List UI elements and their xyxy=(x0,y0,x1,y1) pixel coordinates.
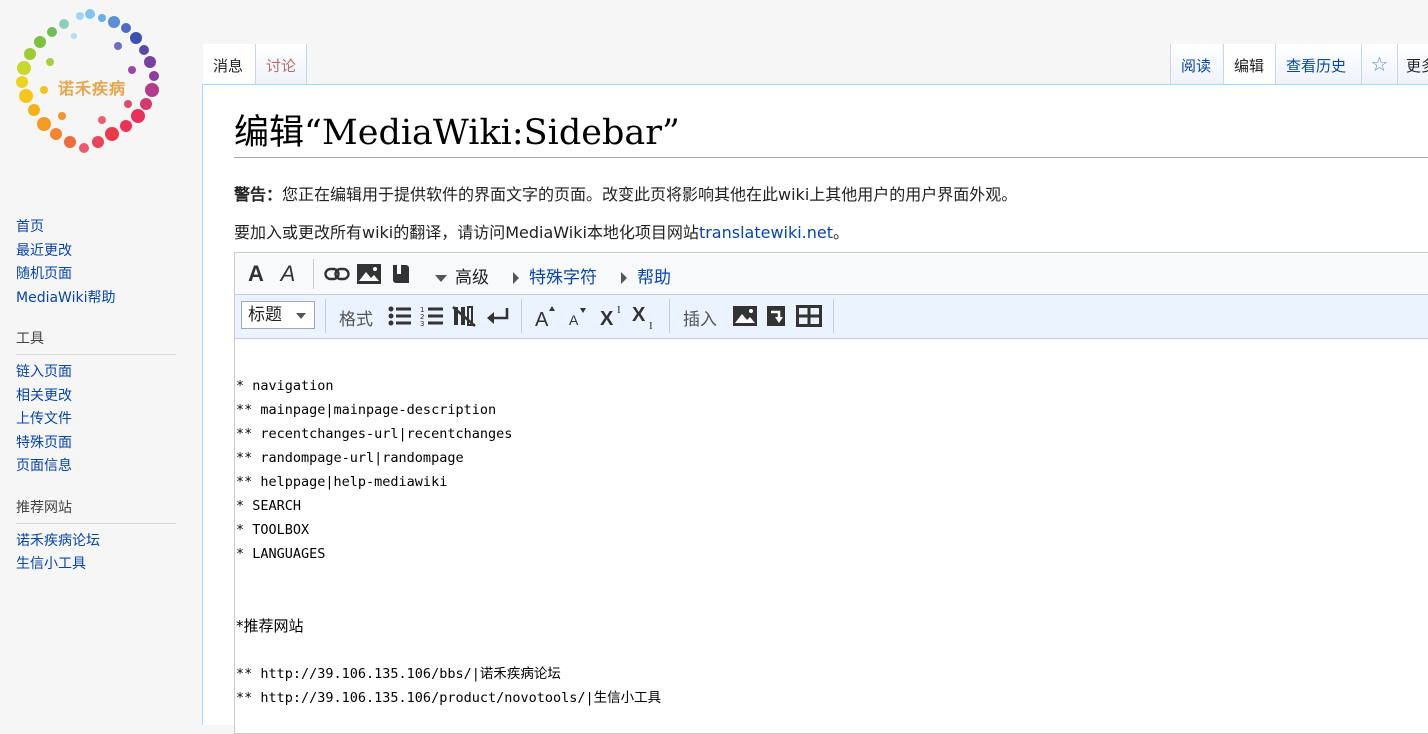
bulleted-list-icon[interactable] xyxy=(387,303,413,329)
nowiki-icon[interactable] xyxy=(451,303,477,329)
tab-edit[interactable]: 编辑 xyxy=(1223,44,1275,84)
toolbar-separator xyxy=(325,299,326,333)
sidebar-item-upload-file[interactable]: 上传文件 xyxy=(16,408,176,432)
table-icon[interactable] xyxy=(795,303,823,329)
code-line: * navigation xyxy=(236,378,334,394)
translate-notice: 要加入或更改所有wiki的翻译，请访问MediaWiki本地化项目网站trans… xyxy=(234,219,849,243)
numbered-list-icon[interactable]: 123 xyxy=(419,303,445,329)
svg-text:3: 3 xyxy=(420,320,424,327)
small-text-icon[interactable]: A xyxy=(565,303,591,329)
editor-toolbar-main: A A 高级 特殊字符 帮助 xyxy=(235,253,1428,295)
tab-view-history[interactable]: 查看历史 xyxy=(1275,44,1361,84)
code-line: ** http://39.106.135.106/product/novotoo… xyxy=(236,690,662,706)
format-label: 格式 xyxy=(339,310,373,330)
chevron-down-icon xyxy=(296,313,306,319)
translatewiki-link[interactable]: translatewiki.net xyxy=(699,223,833,242)
sidebar-navigation: 首页 最近更改 随机页面 MediaWiki帮助 xyxy=(16,216,176,310)
svg-text:A: A xyxy=(535,309,549,328)
code-line: ** helppage|help-mediawiki xyxy=(236,474,448,490)
sidebar-item-help[interactable]: MediaWiki帮助 xyxy=(16,287,176,311)
sidebar-item-page-info[interactable]: 页面信息 xyxy=(16,455,176,479)
heading-select[interactable]: 标题 xyxy=(241,301,315,329)
advanced-toggle[interactable]: 高级 xyxy=(435,263,489,288)
edit-warning: 警告：您正在编辑用于提供软件的界面文字的页面。改变此页将影响其他在此wiki上其… xyxy=(234,181,1017,205)
sidebar-item-main-page[interactable]: 首页 xyxy=(16,216,176,240)
wikitext-editor: A A 高级 特殊字符 帮助 标题 格式 1 2 3 A A X I X I 插… xyxy=(234,252,1428,734)
code-line: * LANGUAGES xyxy=(236,546,326,562)
content-area: 编辑“MediaWiki:Sidebar” 警告：您正在编辑用于提供软件的界面文… xyxy=(202,84,1428,734)
chevron-right-icon xyxy=(513,272,519,284)
logo-text: 诺禾疾病 xyxy=(58,79,127,98)
bold-icon[interactable]: A xyxy=(243,261,269,287)
toolbar-separator xyxy=(521,299,522,333)
watch-star-icon[interactable]: ☆ xyxy=(1361,44,1397,84)
svg-text:A: A xyxy=(569,312,579,328)
svg-text:X: X xyxy=(632,304,646,326)
sidebar-tools: 工具 链入页面 相关更改 上传文件 特殊页面 页面信息 xyxy=(16,328,176,479)
svg-text:I: I xyxy=(617,304,621,316)
code-line: * SEARCH xyxy=(236,498,302,514)
chevron-down-icon xyxy=(435,274,447,282)
code-line: ** recentchanges-url|recentchanges xyxy=(236,426,513,442)
editor-toolbar-advanced: 标题 格式 123 A A X I X I 插入 xyxy=(235,295,1428,339)
gallery-icon[interactable] xyxy=(731,303,759,329)
page-title: 编辑“MediaWiki:Sidebar” xyxy=(234,109,1428,158)
warning-text: 您正在编辑用于提供软件的界面文字的页面。改变此页将影响其他在此wiki上其他用户… xyxy=(282,185,1018,204)
tab-more[interactable]: 更多 xyxy=(1397,44,1428,84)
translate-suffix: 。 xyxy=(833,223,850,242)
toolbar-separator xyxy=(313,259,314,289)
image-icon[interactable] xyxy=(355,261,383,287)
code-line: ** randompage-url|randompage xyxy=(236,450,464,466)
tab-talk[interactable]: 讨论 xyxy=(255,44,307,84)
sidebar-item-related-changes[interactable]: 相关更改 xyxy=(16,385,176,409)
sidebar-item-recent-changes[interactable]: 最近更改 xyxy=(16,240,176,264)
sidebar-item-forum[interactable]: 诺禾疾病论坛 xyxy=(16,530,176,554)
sidebar: 首页 最近更改 随机页面 MediaWiki帮助 工具 链入页面 相关更改 上传… xyxy=(0,216,200,577)
insert-label: 插入 xyxy=(683,310,717,330)
big-text-icon[interactable]: A xyxy=(533,303,559,329)
code-line: ** http://39.106.135.106/bbs/|诺禾疾病论坛 xyxy=(236,666,561,682)
tab-read[interactable]: 阅读 xyxy=(1170,44,1222,84)
toolbar-separator xyxy=(833,299,834,333)
special-chars-toggle[interactable]: 特殊字符 xyxy=(513,263,597,288)
wikitext-textarea[interactable]: * navigation ** mainpage|mainpage-descri… xyxy=(235,348,1428,728)
redirect-icon[interactable] xyxy=(763,303,789,329)
sidebar-item-special-pages[interactable]: 特殊页面 xyxy=(16,432,176,456)
svg-text:X: X xyxy=(600,308,614,329)
link-icon[interactable] xyxy=(323,261,351,287)
code-line: * TOOLBOX xyxy=(236,522,310,538)
code-line: *推荐网站 xyxy=(236,617,304,635)
svg-text:I: I xyxy=(649,320,653,331)
toolbar-separator xyxy=(669,299,670,333)
site-logo[interactable]: 诺禾疾病 xyxy=(10,6,174,166)
italic-icon[interactable]: A xyxy=(275,261,301,287)
warning-label: 警告： xyxy=(234,185,283,204)
translate-text: 要加入或更改所有wiki的翻译，请访问MediaWiki本地化项目网站 xyxy=(234,223,699,242)
sidebar-item-what-links-here[interactable]: 链入页面 xyxy=(16,361,176,385)
superscript-icon[interactable]: XI xyxy=(599,301,627,329)
sidebar-item-bioinfo-tools[interactable]: 生信小工具 xyxy=(16,553,176,577)
sidebar-tools-heading: 工具 xyxy=(16,328,176,355)
code-line: ** mainpage|mainpage-description xyxy=(236,402,497,418)
sidebar-item-random-page[interactable]: 随机页面 xyxy=(16,263,176,287)
sidebar-recommended-sites: 推荐网站 诺禾疾病论坛 生信小工具 xyxy=(16,497,176,577)
help-toggle[interactable]: 帮助 xyxy=(621,263,671,288)
tab-message[interactable]: 消息 xyxy=(203,44,255,84)
subscript-icon[interactable]: XI xyxy=(631,301,659,331)
newline-icon[interactable] xyxy=(485,303,511,329)
chevron-right-icon xyxy=(621,272,627,284)
sidebar-sites-heading: 推荐网站 xyxy=(16,497,176,524)
reference-book-icon[interactable] xyxy=(389,261,413,287)
